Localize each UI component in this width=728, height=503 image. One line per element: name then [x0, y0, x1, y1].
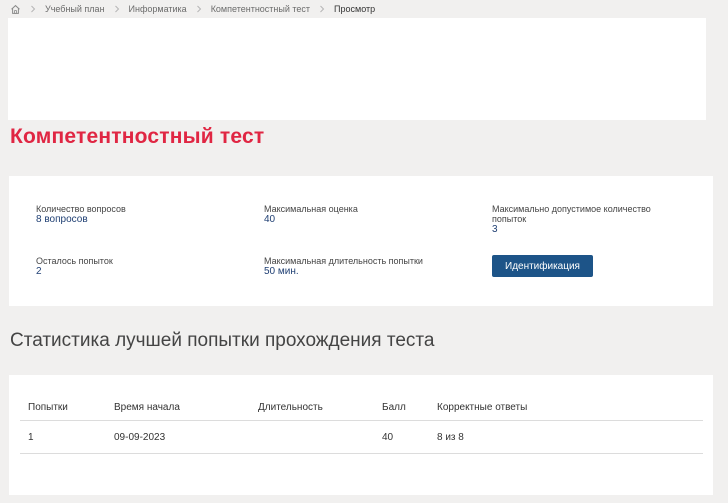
cell-correct-answers: 8 из 8 — [429, 420, 703, 454]
column-header-correct-answers: Корректные ответы — [429, 395, 703, 421]
info-value: 40 — [264, 214, 276, 225]
test-info-card: Количество вопросов 8 вопросов Максималь… — [9, 176, 713, 306]
breadcrumb-link-test[interactable]: Компетентностный тест — [211, 4, 310, 14]
chevron-right-icon — [112, 4, 122, 14]
info-value: 50 мин. — [264, 266, 299, 277]
column-header-attempts: Попытки — [20, 395, 106, 421]
cell-attempt: 1 — [20, 420, 106, 454]
info-value: 3 — [492, 224, 498, 235]
column-header-start-time: Время начала — [106, 395, 250, 421]
info-attempts-left: Осталось попыток 2 — [36, 256, 113, 277]
info-max-duration: Максимальная длительность попытки 50 мин… — [264, 256, 423, 277]
table-header-row: Попытки Время начала Длительность Балл К… — [20, 395, 703, 421]
column-header-duration: Длительность — [250, 395, 374, 421]
info-label: Максимально допустимое количество попыто… — [492, 204, 651, 224]
info-value: 2 — [36, 266, 42, 277]
info-value: 8 вопросов — [36, 214, 88, 225]
breadcrumb-link-course[interactable]: Информатика — [129, 4, 187, 14]
breadcrumb: Учебный план Информатика Компетентностны… — [10, 3, 375, 15]
breadcrumb-link-curriculum[interactable]: Учебный план — [45, 4, 105, 14]
table-row: 1 09-09-2023 40 8 из 8 — [20, 420, 703, 454]
chevron-right-icon — [194, 4, 204, 14]
info-label: Осталось попыток — [36, 256, 113, 266]
cell-score: 40 — [374, 420, 429, 454]
info-questions: Количество вопросов 8 вопросов — [36, 204, 126, 225]
cell-duration — [250, 420, 374, 454]
info-label: Максимальная оценка — [264, 204, 358, 214]
header-banner — [8, 18, 706, 120]
info-max-attempts: Максимально допустимое количество попыто… — [492, 204, 677, 235]
info-max-grade: Максимальная оценка 40 — [264, 204, 358, 225]
info-label: Максимальная длительность попытки — [264, 256, 423, 266]
identification-button[interactable]: Идентификация — [492, 255, 593, 277]
info-label: Количество вопросов — [36, 204, 126, 214]
breadcrumb-current: Просмотр — [334, 4, 376, 14]
column-header-score: Балл — [374, 395, 429, 421]
chevron-right-icon — [317, 4, 327, 14]
stats-table: Попытки Время начала Длительность Балл К… — [20, 395, 703, 454]
stats-section-title: Статистика лучшей попытки прохождения те… — [10, 330, 435, 351]
page-title: Компетентностный тест — [10, 125, 265, 148]
stats-card: Попытки Время начала Длительность Балл К… — [9, 375, 713, 495]
home-icon[interactable] — [10, 4, 21, 15]
chevron-right-icon — [28, 4, 38, 14]
cell-start-time: 09-09-2023 — [106, 420, 250, 454]
